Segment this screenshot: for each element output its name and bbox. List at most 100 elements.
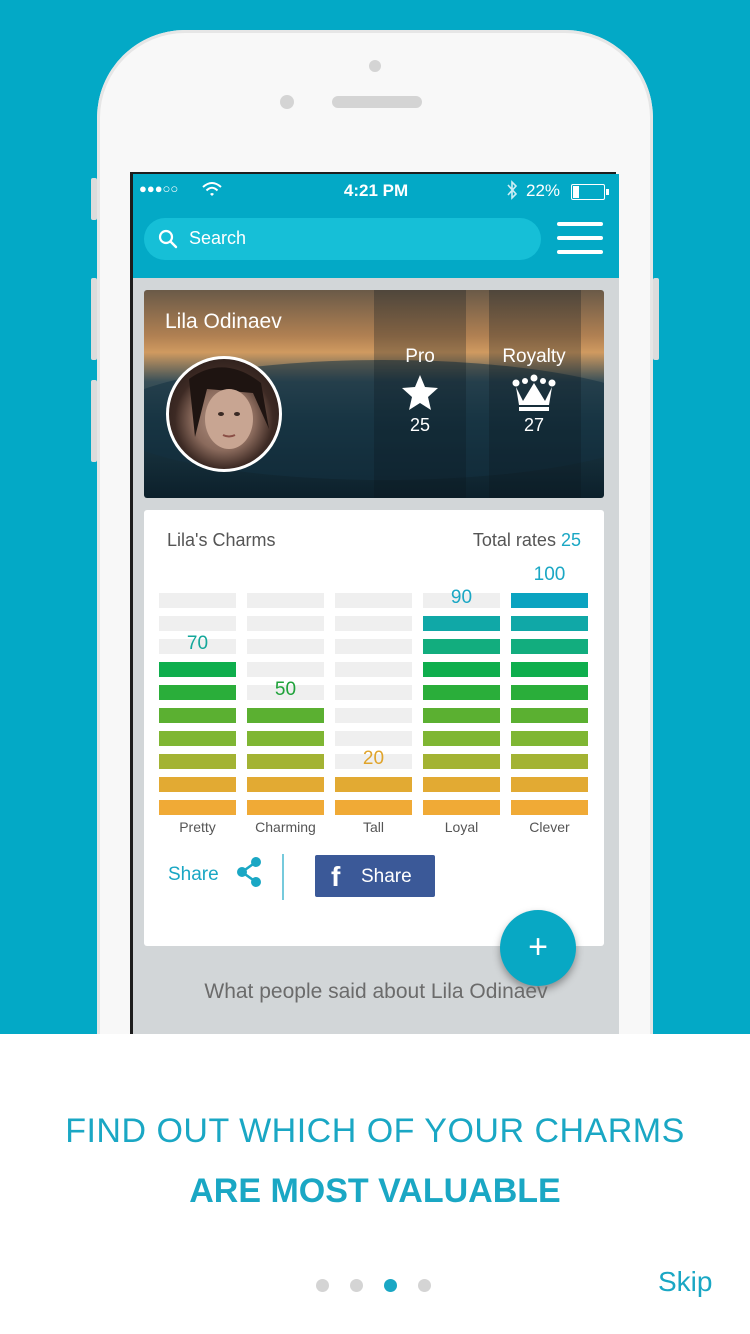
search-placeholder: Search bbox=[189, 228, 247, 248]
charms-chart: 70 Pretty 50 Charming 20 Tall 90 Loyal 100 Clever bbox=[159, 564, 588, 835]
add-button[interactable]: + bbox=[500, 910, 576, 986]
bar-segment bbox=[159, 662, 236, 677]
top-background: ●●●○○ 4:21 PM 22% Search Lila Odinaev Pr… bbox=[0, 0, 750, 1034]
bar-segment bbox=[335, 800, 412, 815]
bar-value-label: 90 bbox=[451, 587, 472, 608]
stat-pro-label: Pro bbox=[405, 346, 435, 367]
bar-segment bbox=[511, 639, 588, 654]
bar-segment-empty bbox=[247, 662, 324, 677]
reviews-heading: What people said about Lila Odinaev bbox=[204, 980, 548, 1003]
onboarding-headline-line1: FIND OUT WHICH OF YOUR CHARMS bbox=[65, 1112, 685, 1150]
battery-icon bbox=[571, 184, 609, 200]
bar-segment bbox=[423, 754, 500, 769]
phone-frame: ●●●○○ 4:21 PM 22% Search Lila Odinaev Pr… bbox=[91, 30, 659, 1034]
stat-royalty-value: 27 bbox=[523, 415, 545, 435]
facebook-share-label: Share bbox=[361, 866, 412, 887]
page-dot[interactable] bbox=[418, 1279, 431, 1292]
share-link[interactable]: Share bbox=[168, 864, 219, 886]
bar-segment bbox=[511, 731, 588, 746]
onboarding-headline-line2: ARE MOST VALUABLE bbox=[189, 1172, 561, 1210]
front-camera bbox=[369, 60, 381, 72]
bar-segment bbox=[511, 616, 588, 631]
bar-segment-empty bbox=[159, 593, 236, 608]
category-label: Tall bbox=[363, 819, 384, 835]
bar-segment-empty bbox=[335, 731, 412, 746]
bar-segment bbox=[511, 777, 588, 792]
avatar-photo bbox=[189, 367, 269, 449]
battery-nub bbox=[606, 189, 609, 195]
bar-segment bbox=[159, 708, 236, 723]
bar-value-label: 100 bbox=[534, 564, 566, 585]
bar-segment bbox=[423, 685, 500, 700]
stat-royalty-label: Royalty bbox=[502, 346, 566, 367]
bar-segment bbox=[423, 662, 500, 677]
bar-segment bbox=[423, 639, 500, 654]
page-dot[interactable] bbox=[316, 1279, 329, 1292]
bar-value-label: 20 bbox=[363, 748, 384, 769]
menu-line bbox=[557, 222, 603, 226]
battery-level bbox=[573, 186, 580, 198]
bar-value-label: 50 bbox=[275, 679, 296, 700]
bar-segment bbox=[511, 800, 588, 815]
bar-segment bbox=[247, 754, 324, 769]
avatar[interactable] bbox=[166, 356, 282, 472]
bar-segment bbox=[159, 754, 236, 769]
bar-segment bbox=[247, 800, 324, 815]
bar-segment bbox=[247, 777, 324, 792]
bar-segment-empty bbox=[335, 708, 412, 723]
volume-up-button bbox=[91, 278, 97, 360]
menu-line bbox=[557, 236, 603, 240]
skip-button[interactable]: Skip bbox=[658, 1266, 712, 1298]
bar-segment-empty bbox=[335, 593, 412, 608]
bar-segment-empty bbox=[247, 616, 324, 631]
stat-pro: Pro 25 bbox=[375, 346, 465, 436]
category-label: Loyal bbox=[445, 819, 478, 835]
profile-header: Lila Odinaev Pro 25 Royalty 27 bbox=[144, 290, 604, 498]
bar-segment bbox=[159, 731, 236, 746]
power-button bbox=[653, 278, 659, 360]
bar-segment bbox=[159, 800, 236, 815]
category-label: Pretty bbox=[179, 819, 216, 835]
bar-segment bbox=[511, 662, 588, 677]
share-divider bbox=[282, 854, 284, 900]
share-icon[interactable] bbox=[234, 855, 264, 894]
bar-segment-empty bbox=[335, 662, 412, 677]
bar-segment bbox=[423, 731, 500, 746]
facebook-icon: f bbox=[331, 861, 341, 892]
bar-segment bbox=[423, 800, 500, 815]
bar-segment bbox=[159, 777, 236, 792]
page-dot[interactable] bbox=[350, 1279, 363, 1292]
stat-pro-value: 25 bbox=[409, 415, 431, 435]
profile-name: Lila Odinaev bbox=[165, 310, 282, 333]
bar-segment bbox=[511, 685, 588, 700]
hamburger-menu-icon[interactable] bbox=[557, 218, 603, 258]
earpiece-speaker bbox=[332, 96, 422, 108]
bar-segment bbox=[423, 616, 500, 631]
bar-segment bbox=[511, 754, 588, 769]
bar-segment bbox=[511, 708, 588, 723]
bar-segment bbox=[423, 777, 500, 792]
bar-segment-empty bbox=[335, 685, 412, 700]
search-input[interactable]: Search bbox=[144, 218, 541, 260]
page-dot[interactable] bbox=[384, 1279, 397, 1292]
bar-segment-empty bbox=[247, 593, 324, 608]
nav-bar: Search bbox=[133, 208, 619, 278]
proximity-sensor bbox=[280, 95, 294, 109]
status-bar: ●●●○○ 4:21 PM 22% bbox=[133, 174, 619, 208]
bar-segment bbox=[511, 593, 588, 608]
phone-screen: ●●●○○ 4:21 PM 22% Search Lila Odinaev Pr… bbox=[130, 172, 619, 1034]
app-screen: ●●●○○ 4:21 PM 22% Search Lila Odinaev Pr… bbox=[133, 174, 619, 1034]
share-row: Share f Share bbox=[144, 854, 604, 914]
bar-segment bbox=[335, 777, 412, 792]
star-icon bbox=[375, 373, 465, 413]
bar-segment-empty bbox=[247, 639, 324, 654]
volume-down-button bbox=[91, 380, 97, 462]
bar-segment bbox=[247, 731, 324, 746]
search-icon bbox=[158, 229, 178, 249]
facebook-share-button[interactable]: f Share bbox=[315, 855, 435, 897]
bar-segment bbox=[159, 685, 236, 700]
bar-segment-empty bbox=[335, 616, 412, 631]
mute-switch bbox=[91, 178, 97, 220]
battery-percent: 22% bbox=[526, 181, 561, 200]
menu-line bbox=[557, 250, 603, 254]
